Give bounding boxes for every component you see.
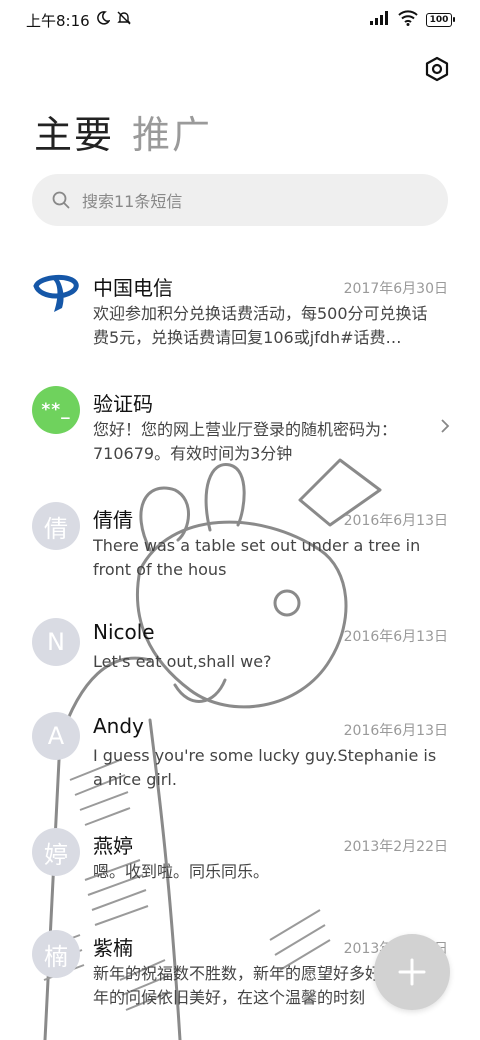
contact-avatar: A (32, 712, 80, 760)
telecom-logo-avatar (32, 268, 80, 316)
conversation-item[interactable]: **_ 验证码 您好！您的网上营业厅登录的随机密码为：710679。有效时间为3… (0, 378, 480, 478)
conversation-name: 验证码 (93, 392, 153, 416)
verification-code-avatar: **_ (32, 386, 80, 434)
conversation-preview: 您好！您的网上营业厅登录的随机密码为：710679。有效时间为3分钟 (93, 420, 398, 463)
conversation-date: 2016年6月13日 (343, 723, 448, 739)
conversation-name: 燕婷 (93, 834, 133, 858)
battery-icon: 100 (426, 13, 455, 27)
plus-icon (398, 958, 426, 986)
conversation-preview: 嗯。收到啦。同乐同乐。 (93, 862, 270, 881)
conversation-date: 2016年6月13日 (343, 513, 448, 529)
conversation-date: 2016年6月13日 (343, 629, 448, 645)
conversation-name: Nicole (93, 620, 155, 644)
settings-hexagon-icon (425, 56, 449, 82)
conversation-item[interactable]: A Andy 2016年6月13日 I guess you're some lu… (0, 704, 480, 804)
search-placeholder: 搜索11条短信 (82, 192, 183, 211)
conversation-item[interactable]: 婷 燕婷 2013年2月22日 嗯。收到啦。同乐同乐。 (0, 820, 480, 900)
contact-avatar: N (32, 618, 80, 666)
signal-icon (370, 11, 390, 29)
settings-button[interactable] (420, 52, 454, 86)
mute-bell-icon (116, 10, 132, 30)
contact-avatar: 楠 (32, 930, 80, 978)
conversation-name: Andy (93, 714, 144, 738)
chevron-right-icon[interactable] (440, 418, 450, 439)
conversation-preview: Let's eat out,shall we? (93, 652, 272, 671)
conversation-item[interactable]: 中国电信 2017年6月30日 欢迎参加积分兑换话费活动，每500分可兑换话费5… (0, 262, 480, 362)
wifi-icon (398, 10, 418, 30)
conversation-date: 2017年6月30日 (343, 281, 448, 297)
search-bar[interactable]: 搜索11条短信 (32, 174, 448, 226)
conversation-name: 倩倩 (93, 508, 133, 532)
new-message-button[interactable] (374, 934, 450, 1010)
telecom-logo-icon (33, 275, 79, 312)
tab-promotions[interactable]: 推广 (132, 104, 212, 159)
moon-icon (96, 11, 111, 29)
status-bar: 上午8:16 100 (0, 0, 480, 40)
search-icon (52, 191, 70, 209)
conversation-date: 2013年2月22日 (343, 839, 448, 855)
conversation-preview: I guess you're some lucky guy.Stephanie … (93, 746, 437, 789)
contact-avatar: 婷 (32, 828, 80, 876)
clock: 上午8:16 (26, 11, 90, 30)
conversation-name: 中国电信 (93, 276, 173, 300)
conversation-preview: There was a table set out under a tree i… (93, 536, 421, 579)
conversation-name: 紫楠 (93, 936, 133, 960)
conversation-item[interactable]: 倩 倩倩 2016年6月13日 There was a table set ou… (0, 494, 480, 594)
tab-primary[interactable]: 主要 (34, 104, 114, 159)
conversation-preview: 欢迎参加积分兑换话费活动，每500分可兑换话费5元，兑换话费请回复106或jfd… (93, 304, 428, 347)
category-tabs: 主要 推广 (34, 104, 212, 159)
contact-avatar: 倩 (32, 502, 80, 550)
conversation-item[interactable]: N Nicole 2016年6月13日 Let's eat out,shall … (0, 610, 480, 690)
